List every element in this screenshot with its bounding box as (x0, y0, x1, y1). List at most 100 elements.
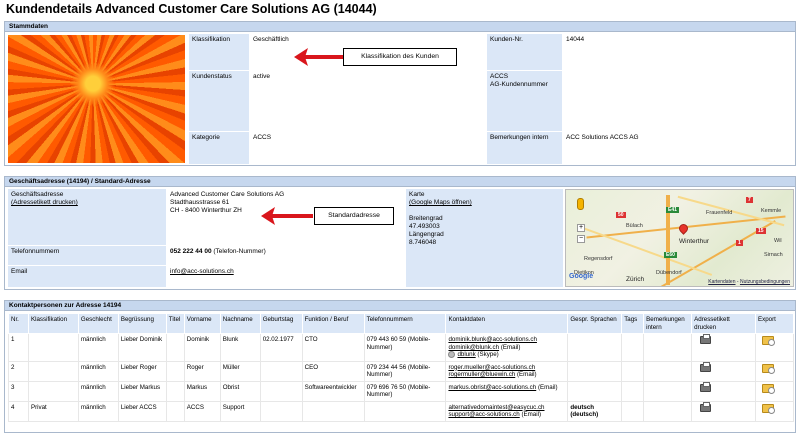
contact-type: (Email) (521, 411, 542, 419)
cell-export (754, 380, 795, 402)
cell-kontaktdaten: dominik.blunk@acc-solutions.ch dominik@b… (445, 333, 569, 362)
printer-icon[interactable] (700, 401, 712, 412)
karte-label: Karte (409, 191, 425, 198)
adressetikett-drucken-link[interactable]: (Adressetikett drucken) (11, 199, 78, 206)
cell-klassifikation: Privat (27, 400, 79, 422)
contact-email-link[interactable]: dominik@blunk.ch (448, 344, 499, 351)
map-place: Regensdorf (584, 256, 613, 262)
export-icon[interactable] (761, 336, 775, 346)
karte-cell: Karte (Google Maps öffnen) Breitengrad 4… (406, 189, 563, 287)
cell-klassifikation (27, 380, 79, 402)
klassifikation-callout: Klassifikation des Kunden (343, 48, 457, 66)
printer-icon[interactable] (700, 381, 712, 392)
map-marker-icon[interactable] (677, 222, 690, 235)
map-place: Winterthur (679, 238, 709, 245)
cell-tags (621, 400, 645, 422)
export-icon[interactable] (761, 403, 775, 414)
page-title: Kundendetails Advanced Customer Care Sol… (6, 2, 377, 16)
nutzungsbedingungen-link[interactable]: Nutzungsbedingungen (740, 279, 790, 285)
phone-type: (Telefon-Nummer) (213, 248, 266, 255)
export-icon[interactable] (761, 363, 775, 374)
cell-titel (165, 400, 185, 422)
address-section: Geschäftsadresse (14194) / Standard-Adre… (4, 176, 796, 290)
sprache-primary: deutsch (570, 403, 595, 411)
cell-export (754, 400, 795, 422)
column-header: Telefonnummern (363, 313, 447, 334)
zoom-out-button[interactable]: − (577, 235, 585, 243)
cell-tags (621, 380, 645, 402)
cell-nr: 3 (8, 380, 29, 402)
map-place: Sirnach (764, 252, 783, 258)
kundenstatus-label: Kundenstatus (189, 71, 249, 131)
printer-icon[interactable] (700, 334, 712, 344)
contact-email-link[interactable]: dominik.blunk@acc-solutions.ch (448, 336, 536, 343)
column-header: Bemerkungen intern (643, 313, 693, 334)
address-label-text: Geschäftsadresse (11, 191, 64, 198)
street-view-peg-icon[interactable] (577, 198, 584, 210)
map-place: Wil (774, 238, 782, 244)
table-row: 4 Privat männlich Lieber ACCS ACCS Suppo… (8, 400, 795, 422)
cell-funktion: CEO (301, 360, 365, 382)
cell-geburtstag: 02.02.1977 (259, 333, 303, 362)
cell-geschlecht: männlich (77, 333, 119, 362)
kartendaten-link[interactable]: Kartendaten (708, 279, 735, 285)
contact-type: (Email) (516, 371, 537, 379)
cell-begruessung: Lieber ACCS (117, 400, 167, 422)
cell-begruessung: Lieber Roger (117, 360, 167, 382)
google-maps-link[interactable]: (Google Maps öffnen) (409, 199, 472, 206)
sprache-secondary: (deutsch) (570, 411, 599, 419)
cell-vorname: Roger (183, 360, 221, 382)
map-place: Dübendorf (656, 270, 682, 276)
contact-email-link[interactable]: support@acc-solutions.ch (448, 411, 519, 418)
column-header: Funktion / Beruf (301, 313, 365, 334)
phone-number: 052 222 44 00 (170, 248, 212, 255)
cell-nachname: Blunk (219, 333, 261, 362)
kategorie-label: Kategorie (189, 132, 249, 164)
map-place: Frauenfeld (706, 210, 733, 216)
cell-geburtstag (259, 360, 303, 382)
cell-telefon: 079 443 60 59 (Mobile-Nummer) (363, 333, 447, 362)
cell-geburtstag (259, 380, 303, 402)
cell-geschlecht: männlich (77, 360, 119, 382)
bemerkungen-value: ACC Solutions ACCS AG (563, 132, 794, 164)
column-header: Gespr. Sprachen (567, 313, 623, 334)
map-widget[interactable]: 7 E41 50 E60 1 15 Frauenfeld Bülach Wint… (565, 189, 794, 287)
export-icon[interactable] (761, 383, 775, 394)
map-badge: E41 (666, 207, 679, 213)
contacts-header: Kontaktpersonen zur Adresse 14194 (5, 301, 795, 311)
cell-funktion (301, 400, 365, 422)
cell-begruessung: Lieber Dominik (117, 333, 167, 362)
laengengrad-value: 8.746048 (409, 239, 437, 246)
column-header: Geschlecht (77, 313, 119, 334)
cell-adressetikett (691, 380, 756, 402)
map-place: Bülach (626, 223, 643, 229)
contact-email-link[interactable]: alternativedomaintest@easycuc.ch (448, 404, 544, 411)
cell-nachname: Support (219, 400, 261, 422)
column-header: Titel (165, 313, 185, 334)
table-row: 1 männlich Lieber Dominik Dominik Blunk … (8, 333, 795, 362)
cell-nachname: Müller (219, 360, 261, 382)
cell-telefon (363, 400, 447, 422)
cell-bemerkungen (643, 400, 693, 422)
contact-email-link[interactable]: rogermuller@bluewin.ch (448, 371, 515, 378)
printer-icon[interactable] (700, 361, 712, 372)
contact-type: (Skype) (477, 351, 499, 359)
contact-email-link[interactable]: roger.mueller@acc-solutions.ch (448, 364, 535, 371)
skype-link[interactable]: dblunk (457, 351, 475, 358)
zoom-in-button[interactable]: + (577, 224, 585, 232)
cell-adressetikett (691, 333, 756, 362)
telefon-label: Telefonnummern (8, 246, 166, 265)
email-link[interactable]: info@acc-solutions.ch (170, 268, 234, 275)
contact-email-link[interactable]: markus.obrist@acc-solutions.ch (448, 384, 536, 391)
cell-funktion: CTO (301, 333, 365, 362)
map-badge: 50 (616, 212, 626, 218)
cell-nachname: Obrist (219, 380, 261, 402)
cell-adressetikett (691, 400, 756, 422)
cell-titel (165, 380, 185, 402)
contacts-section: Kontaktpersonen zur Adresse 14194 Nr. Kl… (4, 300, 796, 433)
telefon-value: 052 222 44 00 (Telefon-Nummer) (167, 246, 405, 265)
kategorie-value: ACCS (250, 132, 486, 164)
column-header: Geburtstag (259, 313, 303, 334)
email-label: Email (8, 266, 166, 287)
map-badge: E60 (664, 252, 677, 258)
